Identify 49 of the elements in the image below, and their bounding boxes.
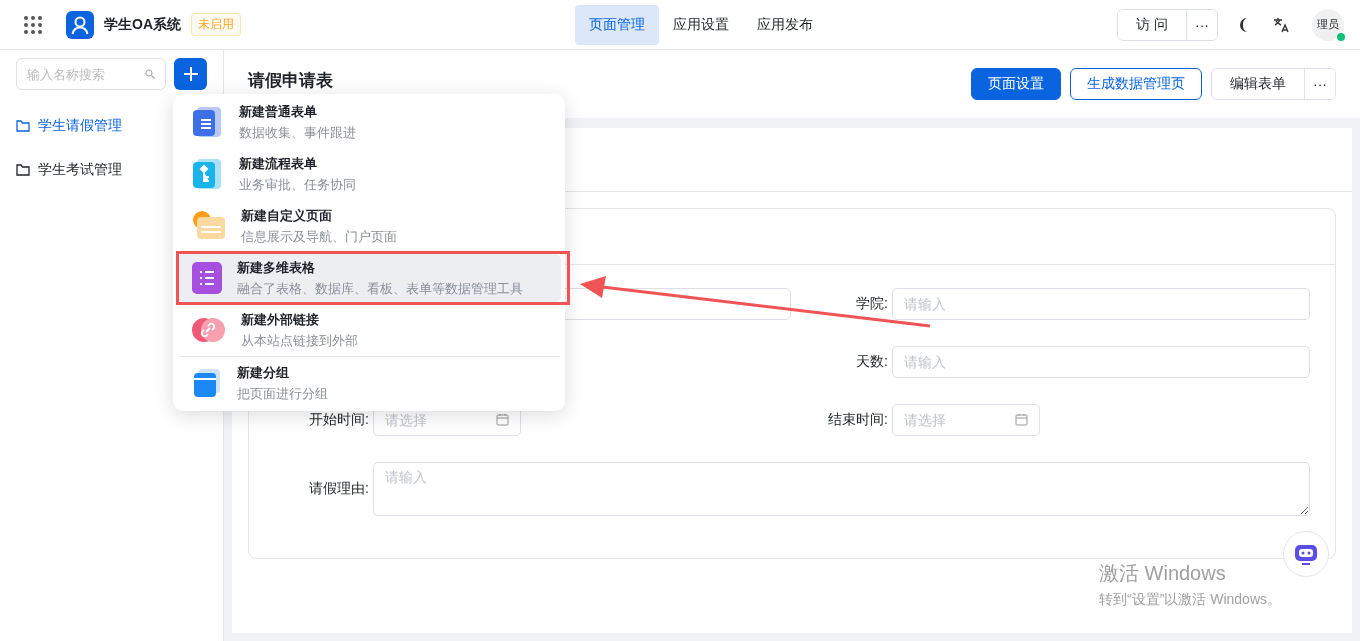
calendar-icon bbox=[496, 413, 509, 426]
folder-icon bbox=[16, 164, 30, 176]
header-button[interactable]: 生成数据管理页 bbox=[1070, 68, 1202, 100]
activation-text: 转到“设置”以激活 Windows。 bbox=[1099, 591, 1281, 609]
search-icon bbox=[145, 69, 155, 79]
menu-item-title: 新建流程表单 bbox=[239, 154, 318, 173]
menu-item-description: 从本站点链接到外部 bbox=[241, 331, 358, 350]
header-button[interactable]: 页面设置 bbox=[971, 68, 1061, 100]
nav-tab[interactable]: 页面管理 bbox=[575, 4, 659, 45]
input-field[interactable]: 请输入 bbox=[892, 346, 1310, 378]
user-avatar[interactable]: 理员 bbox=[1312, 8, 1344, 41]
folder-icon bbox=[16, 120, 30, 132]
textarea-field[interactable]: 请输入 bbox=[373, 462, 1310, 516]
menu-item-description: 数据收集、事件跟进 bbox=[239, 123, 356, 142]
window-icon bbox=[191, 366, 223, 400]
field-label: 天数: bbox=[856, 353, 889, 371]
user-icon bbox=[66, 10, 94, 39]
plus-icon bbox=[182, 66, 199, 82]
date-field[interactable]: 请选择 bbox=[892, 404, 1040, 436]
search-field[interactable]: 输入名称搜索 bbox=[16, 58, 166, 90]
more-button[interactable]: ··· bbox=[1186, 9, 1217, 40]
apps-grid-icon[interactable] bbox=[24, 15, 42, 34]
list-icon bbox=[191, 261, 223, 295]
nav-tab[interactable]: 应用发布 bbox=[743, 4, 827, 45]
field-label: 学院: bbox=[856, 295, 889, 313]
field-label: 请假理由: bbox=[309, 480, 370, 498]
page-title: 请假申请表 bbox=[248, 69, 333, 92]
field-label: 结束时间: bbox=[828, 411, 889, 429]
menu-item-description: 业务审批、任务协同 bbox=[239, 175, 356, 194]
menu-item-title: 新建自定义页面 bbox=[241, 206, 333, 225]
translate-icon[interactable] bbox=[1272, 15, 1290, 34]
menu-item-title: 新建普通表单 bbox=[239, 102, 318, 121]
menu-item-description: 融合了表格、数据库、看板、表单等数据管理工具 bbox=[237, 279, 523, 298]
activation-title: 激活 Windows bbox=[1099, 561, 1227, 586]
robot-icon bbox=[1293, 542, 1319, 566]
menu-item-description: 把页面进行分组 bbox=[237, 384, 328, 403]
app-title: 学生OA系统 bbox=[104, 15, 181, 34]
calendar-icon bbox=[1015, 413, 1028, 426]
menu-item-description: 信息展示及导航、门户页面 bbox=[241, 227, 397, 246]
menu-item[interactable]: 新建多维表格 融合了表格、数据库、看板、表单等数据管理工具 bbox=[177, 254, 561, 302]
menu-item-title: 新建分组 bbox=[237, 363, 290, 382]
menu-item-title: 新建外部链接 bbox=[241, 310, 320, 329]
add-button[interactable] bbox=[174, 58, 207, 90]
more-button[interactable]: ··· bbox=[1304, 69, 1335, 99]
nav-tab[interactable]: 应用设置 bbox=[659, 4, 743, 45]
menu-item-title: 新建多维表格 bbox=[237, 258, 316, 277]
field-label: 开始时间: bbox=[309, 411, 370, 429]
input-field[interactable]: 请输入 bbox=[892, 288, 1310, 320]
status-badge: 未启用 bbox=[191, 13, 241, 36]
